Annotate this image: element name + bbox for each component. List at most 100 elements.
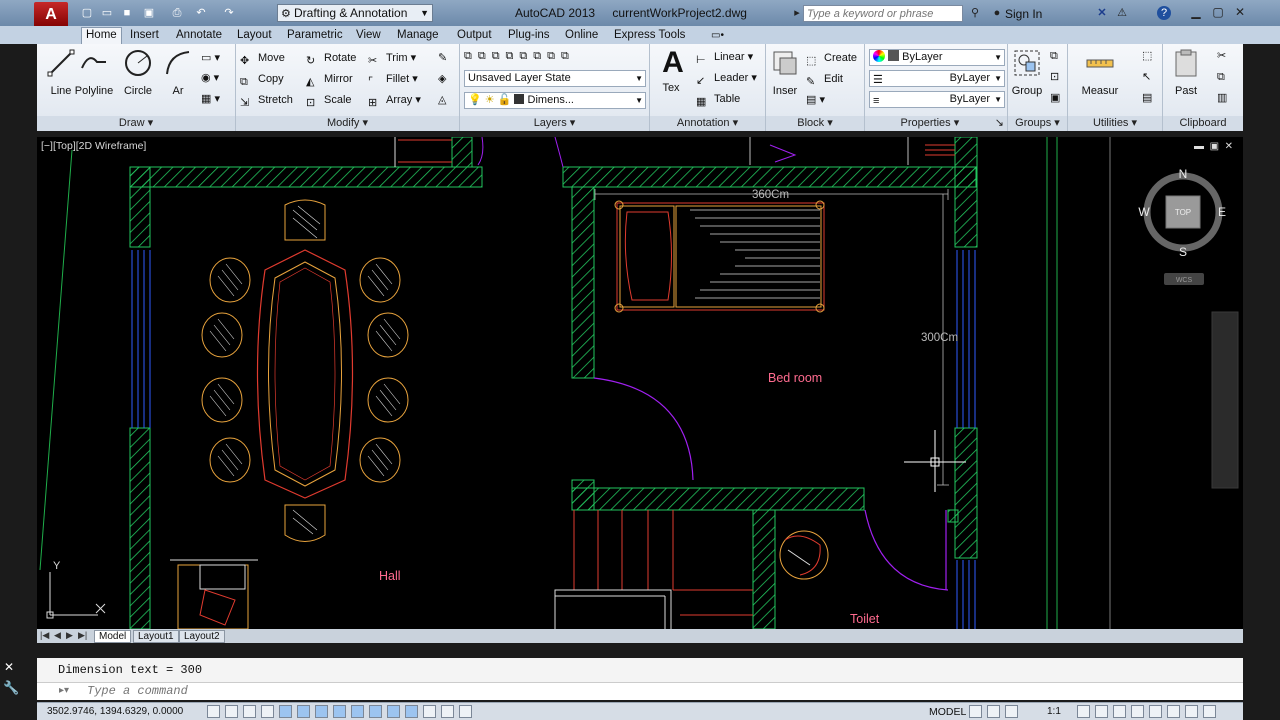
annotation-monitor-icon[interactable] (459, 705, 472, 718)
calculator-icon[interactable]: ▤ (1142, 89, 1152, 107)
navigation-bar[interactable] (1211, 311, 1239, 489)
coordinates-readout[interactable]: 3502.9746, 1394.6329, 0.0000 (47, 706, 183, 717)
command-prompt-icon[interactable]: ▸▾ (59, 685, 69, 696)
quick-view-layouts-icon[interactable] (969, 705, 982, 718)
mirror-tool[interactable]: ◭ Mirror (306, 70, 353, 88)
close-icon[interactable]: ✕ (1232, 4, 1248, 20)
sign-in-button[interactable]: Sign In (1005, 7, 1042, 21)
dimension-300[interactable]: 300Cm (921, 332, 958, 344)
leader-tool[interactable]: ↙ Leader ▾ (696, 69, 757, 87)
tab-output[interactable]: Output (453, 28, 496, 44)
block-attr-icon[interactable]: ▤ ▾ (806, 91, 825, 109)
transparency-icon[interactable] (405, 705, 418, 718)
annotation-scale-value[interactable]: 1:1 (1047, 706, 1061, 717)
block-panel-title[interactable]: Block ▾ (766, 116, 864, 131)
copy-clip-icon[interactable]: ⧉ (1217, 68, 1225, 86)
fillet-tool[interactable]: ⌜ Fillet ▾ (368, 70, 418, 88)
quick-properties-icon[interactable] (423, 705, 436, 718)
redo-icon[interactable]: ↷ (222, 6, 236, 20)
user-icon[interactable]: ● (990, 6, 1004, 20)
lineweight-dropdown[interactable]: ≡ ByLayer ▼ (869, 91, 1005, 108)
quick-select-icon[interactable]: ⬚ (1142, 47, 1152, 65)
ribbon-toggle-icon[interactable]: ▭• (707, 28, 728, 44)
workspace-dropdown[interactable]: ⚙ Drafting & Annotation ▼ (277, 4, 433, 22)
snap-mode-icon[interactable] (225, 705, 238, 718)
polar-tracking-icon[interactable] (279, 705, 292, 718)
new-file-icon[interactable]: ▢ (80, 6, 94, 20)
viewcube-south[interactable]: S (1179, 245, 1187, 259)
group-edit-icon[interactable]: ⊡ (1050, 68, 1059, 86)
text-tool[interactable]: A Tex (658, 48, 684, 95)
ortho-mode-icon[interactable] (261, 705, 274, 718)
minimize-icon[interactable]: ▁ (1188, 4, 1204, 20)
offset-icon[interactable]: ◬ (438, 91, 446, 109)
viewcube-top[interactable]: TOP (1175, 208, 1191, 217)
wrench-icon[interactable]: 🔧 (3, 680, 19, 696)
help-icon[interactable]: ? (1157, 6, 1171, 20)
model-space-toggle[interactable]: MODEL (929, 706, 966, 718)
array-tool[interactable]: ⊞ Array ▾ (368, 91, 421, 109)
stretch-tool[interactable]: ⇲ Stretch (240, 91, 293, 109)
explode-icon[interactable]: ◈ (438, 70, 446, 88)
linetype-dropdown[interactable]: ☰ ByLayer ▼ (869, 70, 1005, 87)
color-dropdown[interactable]: ByLayer ▼ (869, 49, 1005, 66)
group-select-icon[interactable]: ▣ (1050, 89, 1060, 107)
autocad-logo-icon[interactable]: A (34, 2, 68, 28)
3d-osnap-icon[interactable] (315, 705, 328, 718)
wcs-label[interactable]: WCS (1176, 277, 1193, 284)
layer-tools-row[interactable]: ⧉⧉⧉⧉⧉⧉⧉⧉ (464, 47, 575, 65)
command-input[interactable] (87, 684, 487, 698)
dialog-launcher-icon[interactable]: ↘ (995, 116, 1004, 131)
viewcube-west[interactable]: W (1138, 205, 1150, 219)
lineweight-toggle-icon[interactable] (387, 705, 400, 718)
drawing-window-controls[interactable]: ▬ ▣ ✕ (1194, 141, 1233, 152)
tab-view[interactable]: View (352, 28, 385, 44)
binoculars-icon[interactable]: ⚲ (968, 6, 982, 20)
object-snap-icon[interactable] (297, 705, 310, 718)
tab-express-tools[interactable]: Express Tools (610, 28, 689, 44)
status-menu-icon[interactable] (1185, 705, 1198, 718)
tab-parametric[interactable]: Parametric (283, 28, 347, 44)
scale-tool[interactable]: ⊡ Scale (306, 91, 352, 109)
annotation-scale-icon[interactable] (1005, 705, 1018, 718)
save-icon[interactable]: ■ (120, 6, 134, 20)
tab-insert[interactable]: Insert (126, 28, 163, 44)
infer-constraints-icon[interactable] (207, 705, 220, 718)
tab-annotate[interactable]: Annotate (172, 28, 226, 44)
print-icon[interactable]: ⎙ (170, 6, 184, 20)
linear-dimension-tool[interactable]: ⊢ Linear ▾ (696, 48, 753, 66)
tab-online[interactable]: Online (561, 28, 602, 44)
exchange-icon[interactable]: ✕ (1095, 6, 1109, 20)
layer-state-dropdown[interactable]: Unsaved Layer State ▼ (464, 70, 646, 87)
annotation-visibility-icon[interactable] (1077, 705, 1090, 718)
viewcube-north[interactable]: N (1179, 167, 1188, 181)
tab-manage[interactable]: Manage (393, 28, 443, 44)
tab-layout2[interactable]: Layout2 (179, 630, 225, 643)
measure-tool[interactable]: Measur (1076, 48, 1124, 97)
utilities-panel-title[interactable]: Utilities ▾ (1068, 116, 1162, 131)
isolate-objects-icon[interactable] (1167, 705, 1180, 718)
drawing-canvas[interactable]: Bed room Hall Toilet 360Cm 300Cm Y TOP N… (37, 137, 1243, 629)
close-icon[interactable]: ✕ (4, 660, 14, 674)
copy-tool[interactable]: ⧉ Copy (240, 70, 284, 88)
save-as-icon[interactable]: ▣ (142, 6, 156, 20)
region-icon[interactable]: ▦ ▾ (201, 90, 220, 108)
current-layer-dropdown[interactable]: 💡 ☀ 🔓 Dimens... ▼ (464, 92, 646, 109)
viewcube-east[interactable]: E (1218, 205, 1226, 219)
prev-tab-icon[interactable]: ◀ (54, 630, 61, 641)
arc-tool[interactable]: Ar (163, 48, 193, 97)
paste-tool[interactable]: Past (1169, 48, 1203, 97)
erase-icon[interactable]: ✎ (438, 49, 447, 67)
edit-block-tool[interactable]: ✎ Edit (806, 70, 843, 88)
undo-icon[interactable]: ↶ (194, 6, 208, 20)
auto-scale-icon[interactable] (1095, 705, 1108, 718)
create-block-tool[interactable]: ⬚ Create (806, 49, 857, 67)
last-tab-icon[interactable]: ▶| (78, 630, 87, 641)
draw-panel-title[interactable]: Draw ▾ (37, 116, 235, 131)
open-file-icon[interactable]: ▭ (100, 6, 114, 20)
properties-panel-title[interactable]: Properties ▾ ↘ (865, 116, 1007, 131)
tab-layout[interactable]: Layout (233, 28, 276, 44)
dynamic-ucs-icon[interactable] (351, 705, 364, 718)
next-tab-icon[interactable]: ▶ (66, 630, 73, 641)
match-props-icon[interactable]: ▥ (1217, 89, 1227, 107)
